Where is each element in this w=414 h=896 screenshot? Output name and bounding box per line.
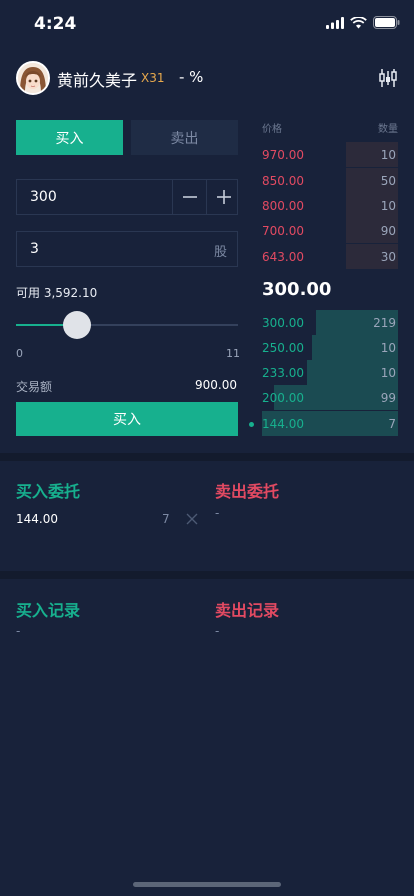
my-order-marker	[249, 422, 254, 427]
status-time: 4:24	[34, 14, 77, 34]
ask-row[interactable]: 643.00 30	[262, 244, 398, 269]
bid-qty: 219	[373, 316, 396, 330]
stock-name: 黄前久美子	[57, 71, 138, 90]
bid-qty: 10	[380, 366, 396, 380]
section-divider	[0, 453, 414, 461]
bid-price: 200.00	[262, 391, 304, 405]
ask-qty: 50	[380, 174, 396, 188]
price-increase-button[interactable]	[206, 180, 240, 214]
sell-orders-empty: -	[215, 506, 220, 520]
trade-amount-value: 900.00	[195, 378, 237, 392]
ask-price: 800.00	[262, 199, 304, 213]
close-icon	[186, 513, 198, 525]
bid-row[interactable]: 233.00 10	[262, 360, 398, 385]
trade-tabs: 买入 卖出	[16, 120, 238, 155]
stock-badge: X31	[141, 71, 165, 85]
bid-price: 250.00	[262, 341, 304, 355]
last-price: 300.00	[262, 279, 332, 300]
bid-price: 300.00	[262, 316, 304, 330]
bid-qty: 10	[380, 341, 396, 355]
avatar-image	[18, 63, 48, 93]
bid-qty: 99	[380, 391, 396, 405]
price-decrease-button[interactable]	[172, 180, 206, 214]
quantity-slider[interactable]	[16, 310, 238, 340]
cancel-order-button[interactable]	[185, 511, 199, 525]
home-indicator	[133, 882, 281, 887]
buy-orders-title: 买入委托	[16, 482, 81, 501]
ask-price: 700.00	[262, 224, 304, 238]
available-balance: 可用 3,592.10	[16, 286, 98, 300]
section-divider	[0, 571, 414, 579]
sell-orders-title: 卖出委托	[215, 482, 280, 501]
wifi-icon	[350, 16, 367, 28]
ask-row[interactable]: 850.00 50	[262, 168, 398, 193]
quantity-value[interactable]: 3	[30, 241, 39, 257]
bid-row[interactable]: 144.00 7	[262, 411, 398, 436]
ask-price: 850.00	[262, 174, 304, 188]
ask-price: 643.00	[262, 250, 304, 264]
sell-records-empty: -	[215, 624, 220, 638]
slider-thumb[interactable]	[62, 311, 91, 339]
bid-price: 144.00	[262, 417, 304, 431]
minus-icon	[182, 196, 197, 198]
buy-records-empty: -	[16, 624, 21, 638]
bid-price: 233.00	[262, 366, 304, 380]
ask-qty: 10	[380, 199, 396, 213]
price-input[interactable]: 300	[16, 179, 238, 215]
signal-icon	[326, 16, 344, 29]
bid-row[interactable]: 200.00 99	[262, 385, 398, 410]
price-value[interactable]: 300	[30, 189, 57, 205]
ask-price: 970.00	[262, 148, 304, 162]
candlestick-icon[interactable]	[378, 68, 398, 88]
quantity-unit: 股	[213, 245, 227, 260]
ask-qty: 90	[380, 224, 396, 238]
tab-buy[interactable]: 买入	[16, 120, 123, 155]
stock-header: 黄前久美子 X31 - %	[16, 58, 398, 98]
plus-icon	[216, 190, 231, 204]
price-change: - %	[179, 68, 204, 86]
bid-row[interactable]: 300.00 219	[262, 310, 398, 335]
buy-records-title: 买入记录	[16, 601, 81, 620]
ask-qty: 30	[380, 250, 396, 264]
slider-min-label: 0	[16, 347, 23, 360]
avatar	[16, 61, 50, 95]
ask-qty: 10	[380, 148, 396, 162]
ask-row[interactable]: 800.00 10	[262, 193, 398, 218]
ask-row[interactable]: 970.00 10	[262, 142, 398, 167]
order-book-price-header: 价格	[262, 124, 282, 135]
order-book-qty-header: 数量	[378, 124, 398, 135]
sell-records-title: 卖出记录	[215, 601, 280, 620]
ask-row[interactable]: 700.00 90	[262, 218, 398, 243]
quantity-input[interactable]: 3 股	[16, 231, 238, 267]
tab-sell[interactable]: 卖出	[131, 120, 238, 155]
buy-order-qty: 7	[162, 512, 170, 526]
slider-max-label: 11	[226, 347, 240, 360]
buy-order-price: 144.00	[16, 512, 58, 526]
buy-button[interactable]: 买入	[16, 402, 238, 436]
trade-amount-label: 交易额	[16, 380, 53, 394]
status-bar: 4:24	[0, 0, 414, 48]
battery-icon	[373, 16, 400, 29]
status-icons	[326, 16, 400, 29]
bid-row[interactable]: 250.00 10	[262, 335, 398, 360]
bid-qty: 7	[388, 417, 396, 431]
